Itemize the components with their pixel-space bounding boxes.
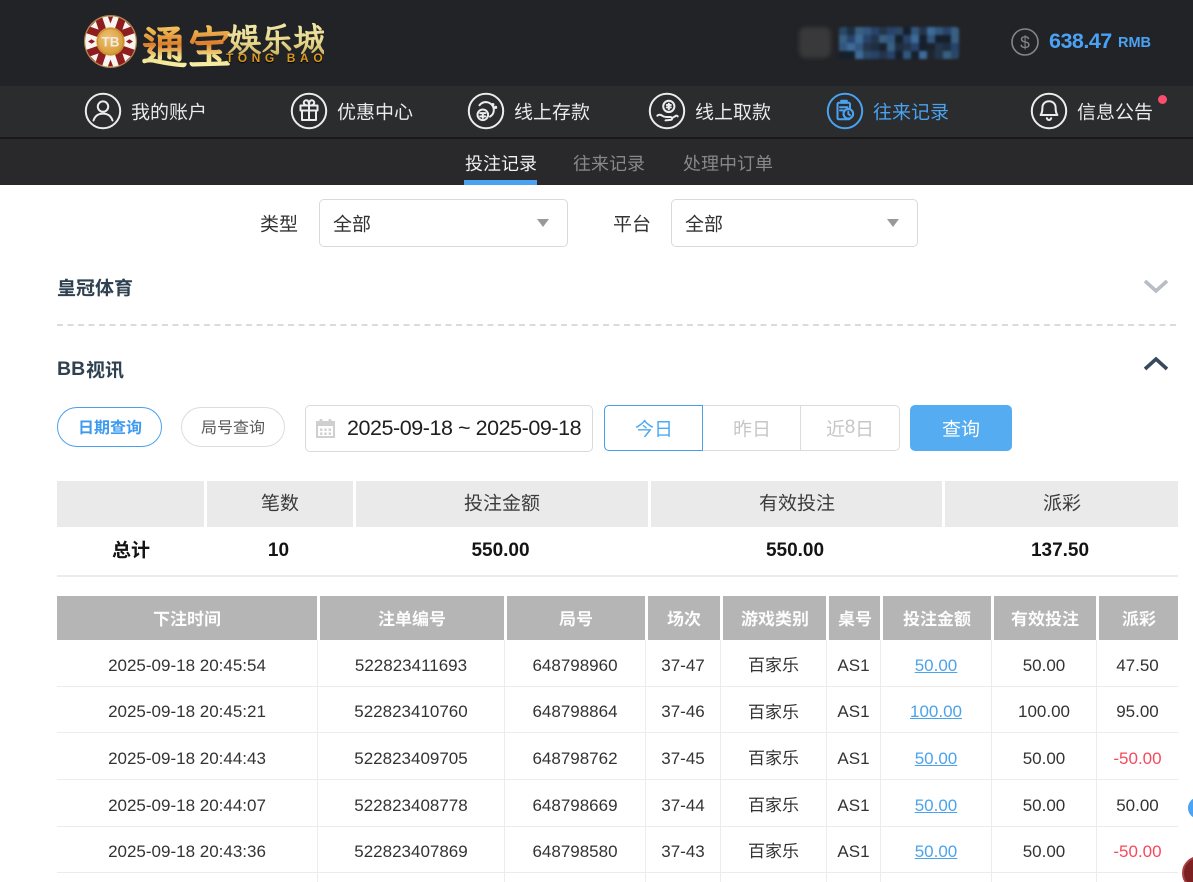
svg-text:TB: TB [102, 35, 120, 50]
svg-text:$: $ [1020, 33, 1030, 53]
